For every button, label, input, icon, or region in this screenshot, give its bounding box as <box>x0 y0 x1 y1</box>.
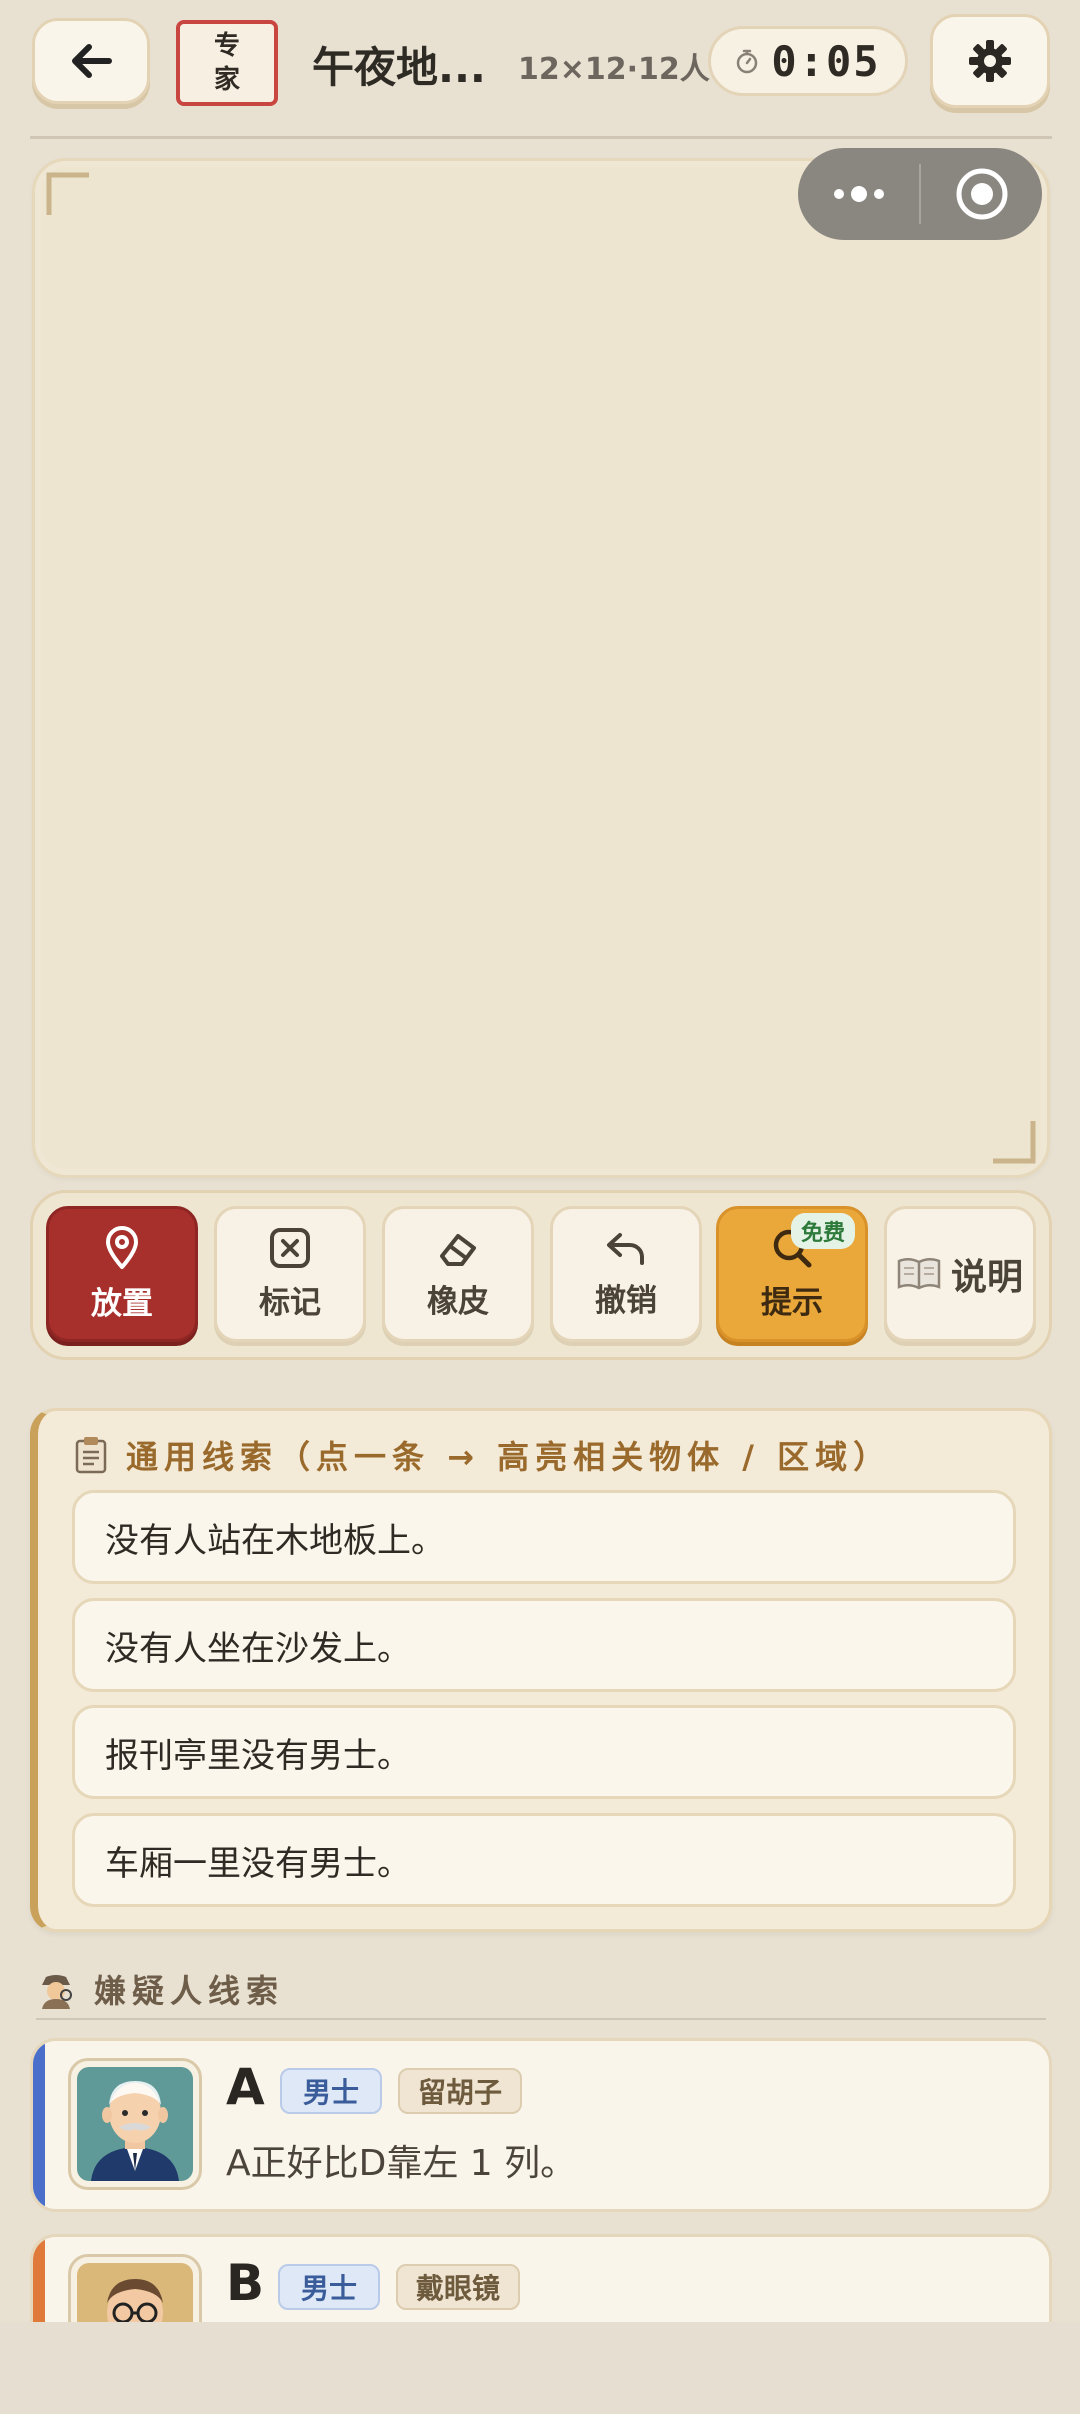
puzzle-meta: 12×12·12人 <box>518 52 710 87</box>
mark-tool-label: 标记 <box>259 1284 321 1321</box>
timer-value: 0:05 <box>771 36 881 86</box>
gear-icon <box>969 40 1011 82</box>
miniprogram-capsule <box>798 148 1042 240</box>
free-tag: 免费 <box>790 1213 855 1249</box>
back-button[interactable] <box>32 18 150 104</box>
more-dots-icon <box>833 186 884 202</box>
game-board[interactable] <box>32 158 1050 1178</box>
suspect-a-clue: A正好比D靠左 1 列。 <box>226 2143 577 2184</box>
difficulty-badge: 专家 <box>176 20 278 106</box>
map-pin-icon <box>106 1225 138 1269</box>
clue-item-3[interactable]: 报刊亭里没有男士。 <box>72 1705 1016 1799</box>
suspect-a-stripe <box>33 2041 45 2209</box>
suspect-divider <box>36 2018 1046 2020</box>
clue-item-2[interactable]: 没有人坐在沙发上。 <box>72 1598 1016 1692</box>
eraser-tool-button[interactable]: 橡皮 <box>382 1206 534 1342</box>
suspect-b-letter: B <box>226 2254 265 2312</box>
help-button[interactable]: 说明 <box>884 1206 1036 1342</box>
clipboard-icon <box>75 1437 107 1474</box>
settings-button[interactable] <box>930 14 1050 108</box>
clue-item-1[interactable]: 没有人站在木地板上。 <box>72 1490 1016 1584</box>
close-miniprogram-button[interactable] <box>921 148 1042 240</box>
man-mustache-avatar-icon <box>77 2067 193 2181</box>
clue-item-4[interactable]: 车厢一里没有男士。 <box>72 1813 1016 1907</box>
suspect-b-clip: B 男士 戴眼镜 <box>0 2230 1080 2322</box>
help-label: 说明 <box>950 1257 1023 1298</box>
timer: 0:05 <box>708 26 908 96</box>
man-glasses-avatar-icon <box>77 2263 193 2322</box>
place-tool-button[interactable]: 放置 <box>46 1206 198 1342</box>
arrow-left-icon <box>72 44 112 78</box>
hint-tool-label: 提示 <box>761 1284 823 1321</box>
hint-tool-button[interactable]: 免费 提示 <box>716 1206 868 1342</box>
suspect-a-letter: A <box>226 2058 265 2116</box>
undo-tool-label: 撤销 <box>595 1282 657 1319</box>
place-tool-label: 放置 <box>91 1285 153 1322</box>
mark-tool-button[interactable]: 标记 <box>214 1206 366 1342</box>
suspect-a-avatar <box>68 2058 202 2190</box>
suspect-clues-title-text: 嫌疑人线索 <box>94 1972 285 2010</box>
target-icon <box>956 168 1007 220</box>
undo-tool-button[interactable]: 撤销 <box>550 1206 702 1342</box>
bottom-blank-area <box>0 2322 1080 2414</box>
suspect-a-tag-gender: 男士 <box>280 2068 382 2114</box>
suspect-clues-title: 嫌疑人线索 <box>36 1966 284 2012</box>
undo-icon <box>607 1232 644 1265</box>
clue-item-4-text: 车厢一里没有男士。 <box>105 1843 411 1884</box>
clue-item-2-text: 没有人坐在沙发上。 <box>105 1628 411 1669</box>
suspect-b-avatar <box>68 2254 202 2322</box>
eraser-tool-label: 橡皮 <box>427 1283 489 1320</box>
general-clues-title-text: 通用线索（点一条 → 高亮相关物体 / 区域） <box>126 1438 892 1476</box>
detective-icon <box>42 1975 72 2009</box>
board-corner-top-left <box>46 172 89 215</box>
board-corner-bottom-right <box>993 1121 1036 1164</box>
suspect-a-tag-trait: 留胡子 <box>398 2068 522 2114</box>
x-box-icon <box>270 1227 310 1268</box>
suspect-b-tag-gender: 男士 <box>278 2264 380 2310</box>
eraser-icon <box>440 1233 476 1266</box>
difficulty-badge-label: 专家 <box>213 31 240 95</box>
general-clues-title: 通用线索（点一条 → 高亮相关物体 / 区域） <box>74 1432 891 1478</box>
more-menu-button[interactable] <box>798 148 919 240</box>
book-icon <box>897 1258 941 1290</box>
suspect-b-stripe <box>33 2237 45 2322</box>
puzzle-title: 午夜地... <box>312 43 486 92</box>
stopwatch-icon <box>737 49 758 74</box>
clue-item-3-text: 报刊亭里没有男士。 <box>105 1735 411 1776</box>
suspect-b-tag-trait: 戴眼镜 <box>396 2264 520 2310</box>
clue-item-1-text: 没有人站在木地板上。 <box>105 1520 445 1561</box>
header-divider <box>30 136 1052 139</box>
